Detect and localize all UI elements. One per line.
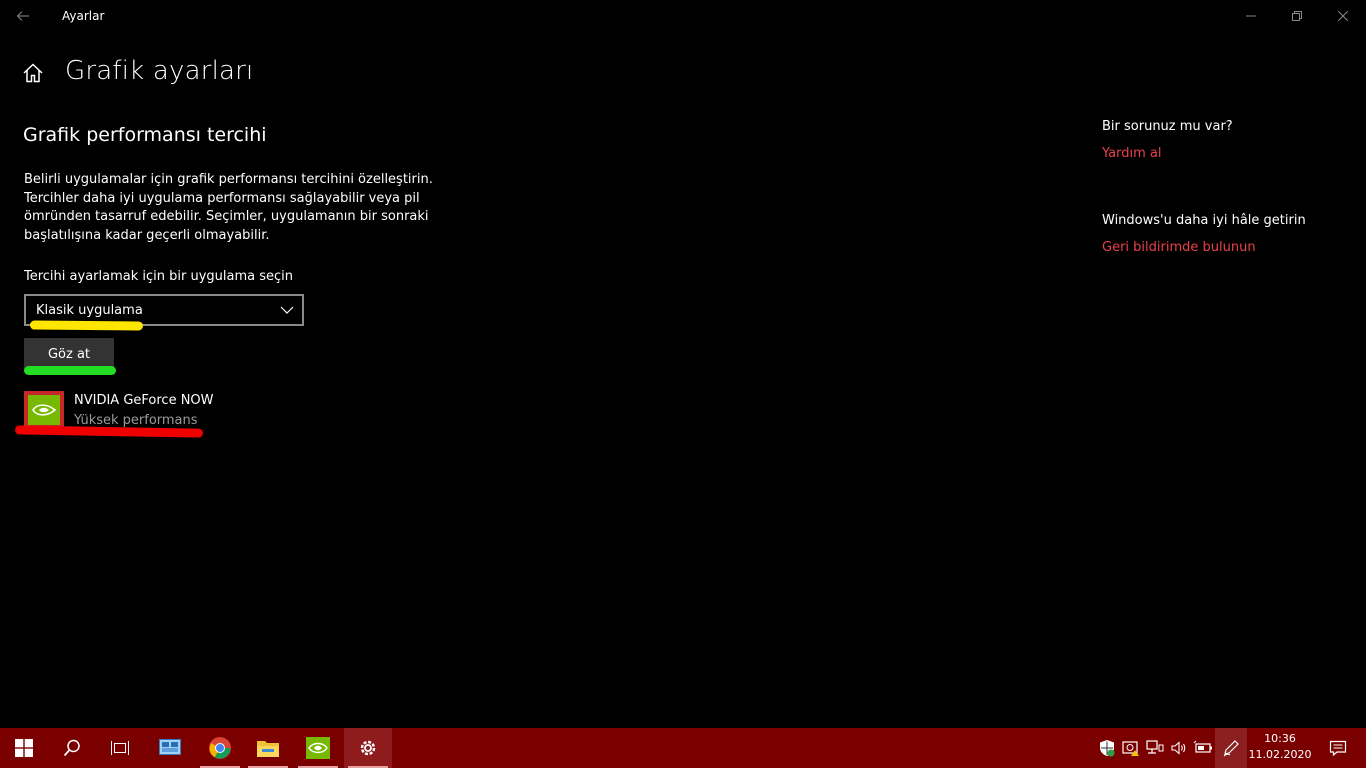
- windows-logo-icon: [15, 739, 33, 757]
- back-button[interactable]: [0, 0, 46, 32]
- security-shield-icon[interactable]: [1097, 738, 1117, 758]
- section-title: Grafik performansı tercihi: [23, 124, 267, 146]
- settings-window: Ayarlar Grafik ayarları Grafik performan…: [0, 0, 1366, 728]
- dropdown-value: Klasik uygulama: [36, 302, 143, 318]
- close-button[interactable]: [1320, 0, 1366, 32]
- taskbar-app-explorer[interactable]: [244, 728, 292, 768]
- get-help-link[interactable]: Yardım al: [1102, 146, 1161, 161]
- app-name: NVIDIA GeForce NOW: [74, 393, 214, 408]
- taskbar-app-chrome[interactable]: [196, 728, 244, 768]
- task-view-icon: [111, 741, 129, 755]
- search-button[interactable]: [48, 728, 96, 768]
- help-question: Bir sorunuz mu var?: [1102, 119, 1233, 134]
- app-list-item[interactable]: NVIDIA GeForce NOW Yüksek performans: [24, 390, 264, 430]
- title-bar: Ayarlar: [0, 0, 1366, 32]
- nvidia-taskbar-icon: [306, 737, 330, 759]
- network-app-icon: [159, 739, 181, 755]
- back-arrow-icon: [16, 11, 29, 21]
- chevron-down-icon: [280, 306, 294, 314]
- restore-icon: [1292, 11, 1302, 21]
- task-view-button[interactable]: [96, 728, 144, 768]
- home-icon[interactable]: [22, 62, 44, 84]
- description-text: Belirli uygulamalar için grafik performa…: [24, 172, 433, 243]
- app-icon-frame: [24, 391, 64, 429]
- battery-icon[interactable]: [1193, 738, 1213, 758]
- taskbar-app-geforce-now[interactable]: [294, 728, 342, 768]
- select-app-label: Tercihi ayarlamak için bir uygulama seçi…: [24, 269, 293, 284]
- search-icon: [63, 739, 80, 757]
- network-icon[interactable]: [1145, 738, 1165, 758]
- pen-icon: [1223, 740, 1239, 757]
- minimize-button[interactable]: [1228, 0, 1274, 32]
- clock-date: 11.02.2020: [1248, 748, 1312, 761]
- give-feedback-link[interactable]: Geri bildirimde bulunun: [1102, 240, 1256, 255]
- update-alert-icon[interactable]: [1121, 738, 1141, 758]
- red-highlight-stroke: [14, 425, 204, 438]
- chrome-icon: [209, 737, 231, 759]
- taskbar: 10:36 11.02.2020: [0, 728, 1366, 768]
- yellow-highlight-stroke: [29, 320, 144, 331]
- app-title: Ayarlar: [62, 9, 105, 23]
- taskbar-app-network[interactable]: [146, 728, 194, 768]
- nvidia-icon: [28, 395, 60, 425]
- green-highlight-stroke: [24, 366, 116, 375]
- close-icon: [1338, 11, 1348, 21]
- gear-icon: [360, 740, 376, 756]
- notification-icon: [1329, 740, 1347, 757]
- pen-workspace-button[interactable]: [1215, 728, 1247, 768]
- clock-time: 10:36: [1264, 732, 1296, 745]
- taskbar-clock[interactable]: 10:36 11.02.2020: [1248, 731, 1312, 763]
- start-button[interactable]: [0, 728, 48, 768]
- action-center-button[interactable]: [1318, 728, 1358, 768]
- page-title: Grafik ayarları: [65, 56, 254, 86]
- volume-icon[interactable]: [1169, 738, 1189, 758]
- restore-button[interactable]: [1274, 0, 1320, 32]
- folder-icon: [257, 741, 279, 757]
- improve-windows-heading: Windows'u daha iyi hâle getirin: [1102, 213, 1306, 228]
- minimize-icon: [1246, 15, 1256, 17]
- taskbar-app-settings[interactable]: [344, 728, 392, 768]
